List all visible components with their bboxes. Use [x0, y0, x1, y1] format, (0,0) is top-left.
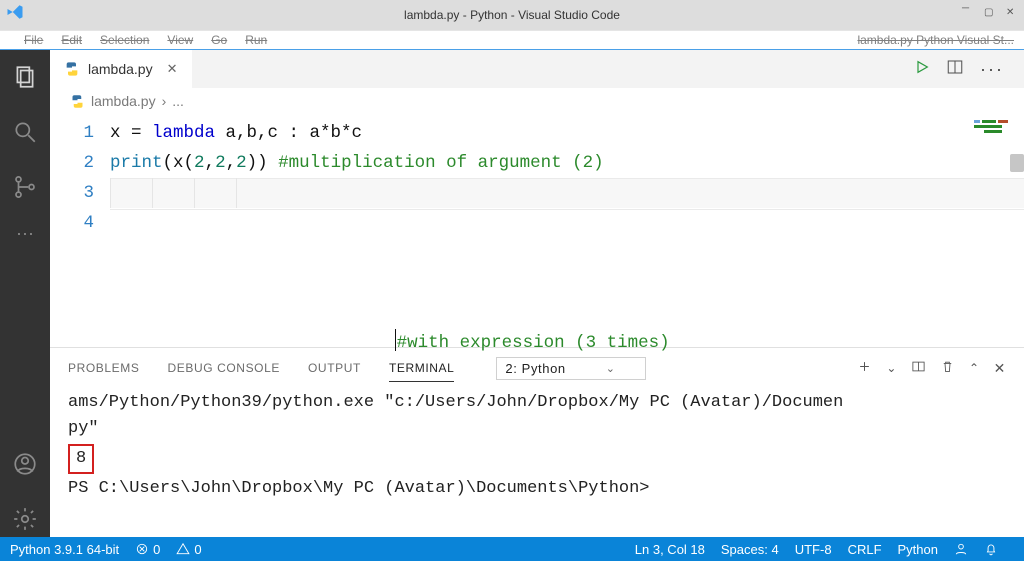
code-line-3: #with expression (3 times) — [110, 178, 1024, 208]
title-bar: lambda.py - Python - Visual Studio Code — [0, 0, 1024, 30]
status-ln-col[interactable]: Ln 3, Col 18 — [635, 542, 705, 557]
window-maximize-button[interactable] — [984, 4, 996, 16]
chevron-down-icon: ⌄ — [606, 362, 616, 375]
split-terminal-icon[interactable] — [911, 359, 926, 377]
new-terminal-button[interactable] — [857, 359, 872, 377]
window-close-button[interactable] — [1006, 4, 1018, 16]
status-error-count: 0 — [153, 542, 160, 557]
menu-view[interactable]: View — [167, 33, 193, 47]
status-warn-count: 0 — [194, 542, 201, 557]
explorer-icon[interactable] — [12, 64, 38, 95]
warning-icon — [176, 542, 190, 556]
error-icon — [135, 542, 149, 556]
scrollbar-thumb[interactable] — [1010, 154, 1024, 172]
breadcrumb[interactable]: lambda.py › ... — [50, 88, 1024, 114]
code-line-4 — [110, 208, 1024, 238]
tab-lambda-py[interactable]: lambda.py ✕ — [50, 50, 192, 88]
menu-selection[interactable]: Selection — [100, 33, 149, 47]
search-icon[interactable] — [12, 119, 38, 150]
menu-run[interactable]: Run — [245, 33, 267, 47]
breadcrumb-rest: ... — [172, 93, 184, 109]
status-interpreter[interactable]: Python 3.9.1 64-bit — [10, 542, 119, 557]
split-editor-icon[interactable] — [946, 58, 964, 81]
status-errors[interactable]: 0 — [135, 542, 160, 557]
menu-go[interactable]: Go — [211, 33, 227, 47]
trash-icon[interactable] — [940, 359, 955, 377]
breadcrumb-separator: › — [162, 93, 167, 109]
text-cursor — [395, 329, 396, 351]
panel-tab-terminal[interactable]: TERMINAL — [389, 361, 454, 382]
editor-more-icon[interactable]: ··· — [980, 59, 1004, 80]
window-title: lambda.py - Python - Visual Studio Code — [404, 8, 620, 22]
line-number: 3 — [50, 178, 94, 208]
python-file-icon — [64, 61, 80, 77]
panel-tab-output[interactable]: OUTPUT — [308, 361, 361, 375]
code-editor[interactable]: 1 2 3 4 x = lambda a,b,c : a*b*c print(x… — [50, 114, 1024, 347]
accounts-icon[interactable] — [12, 451, 38, 482]
main-area: lambda.py ✕ ··· lambda.py › ... — [50, 50, 1024, 537]
tab-label: lambda.py — [88, 61, 153, 77]
chevron-down-icon[interactable]: ⌄ — [886, 361, 897, 375]
bottom-panel: PROBLEMS DEBUG CONSOLE OUTPUT TERMINAL 2… — [50, 347, 1024, 537]
status-warnings[interactable]: 0 — [176, 542, 201, 557]
editor-content[interactable]: x = lambda a,b,c : a*b*c print(x(2,2,2))… — [110, 118, 1024, 347]
menu-file[interactable]: File — [24, 33, 43, 47]
line-number: 2 — [50, 148, 94, 178]
activity-more-icon[interactable]: ··· — [12, 229, 38, 237]
menu-bar: File Edit Selection View Go Run lambda.p… — [0, 30, 1024, 50]
code-line-2: print(x(2,2,2)) #multiplication of argum… — [110, 148, 1024, 178]
status-bell-icon[interactable] — [984, 542, 998, 556]
tab-bar: lambda.py ✕ ··· — [50, 50, 1024, 88]
vscode-logo-icon — [6, 3, 24, 21]
breadcrumb-file: lambda.py — [91, 93, 156, 109]
term-line: ams/Python/Python39/python.exe "c:/Users… — [68, 390, 1006, 416]
status-language[interactable]: Python — [898, 542, 938, 557]
status-bar: Python 3.9.1 64-bit 0 0 Ln 3, Col 18 Spa… — [0, 537, 1024, 561]
terminal-selector-label: 2: Python — [505, 361, 565, 376]
line-number: 1 — [50, 118, 94, 148]
terminal-output[interactable]: ams/Python/Python39/python.exe "c:/Users… — [50, 388, 1024, 537]
status-feedback-icon[interactable] — [954, 542, 968, 556]
run-button[interactable] — [914, 59, 930, 80]
close-panel-icon[interactable]: ✕ — [994, 360, 1006, 377]
menu-edit[interactable]: Edit — [61, 33, 82, 47]
chevron-up-icon[interactable]: ⌃ — [969, 361, 980, 375]
status-eol[interactable]: CRLF — [848, 542, 882, 557]
close-icon[interactable]: ✕ — [167, 61, 178, 77]
editor-scrollbar[interactable] — [1010, 114, 1024, 347]
term-prompt: PS C:\Users\John\Dropbox\My PC (Avatar)\… — [68, 476, 1006, 502]
terminal-selector[interactable]: 2: Python ⌄ — [496, 357, 646, 380]
status-encoding[interactable]: UTF-8 — [795, 542, 832, 557]
source-control-icon[interactable] — [12, 174, 38, 205]
code-line-1: x = lambda a,b,c : a*b*c — [110, 118, 1024, 148]
editor-gutter: 1 2 3 4 — [50, 118, 110, 347]
python-file-icon — [70, 94, 85, 109]
settings-gear-icon[interactable] — [12, 506, 38, 537]
term-result-highlight: 8 — [68, 444, 94, 474]
status-spaces[interactable]: Spaces: 4 — [721, 542, 779, 557]
term-line: py" — [68, 416, 1006, 442]
window-minimize-button[interactable] — [962, 4, 974, 16]
menu-decoy: lambda.py Python Visual St... — [857, 33, 1014, 47]
activity-bar: ··· — [0, 50, 50, 537]
line-number: 4 — [50, 208, 94, 238]
